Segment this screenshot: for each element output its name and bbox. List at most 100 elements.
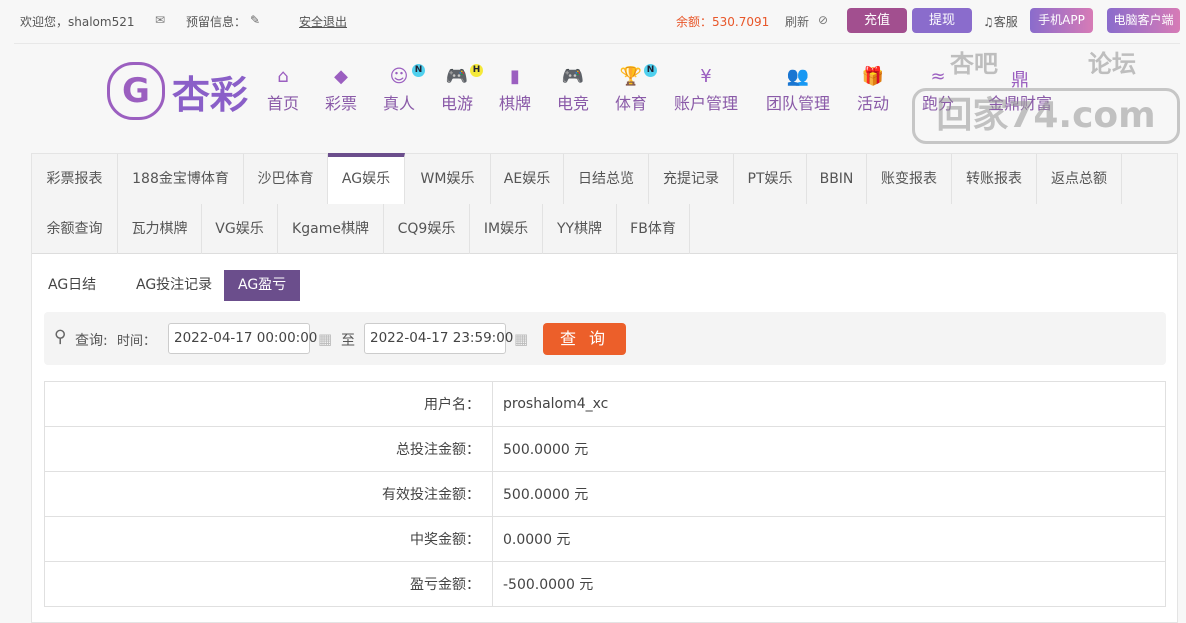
hide-balance-icon[interactable]: ⊘ <box>818 13 828 27</box>
nav-label: 体育 <box>614 94 648 113</box>
row-label: 盈亏金额： <box>44 561 493 607</box>
row-label: 中奖金额： <box>44 516 493 562</box>
nav-icon: ≈ <box>930 66 946 87</box>
badge-n: N <box>644 64 658 77</box>
nav-label: 首页 <box>266 94 300 113</box>
balance-text: 余额：530.7091 <box>676 15 770 29</box>
nav-label: 电游 <box>440 94 474 113</box>
calendar-icon[interactable]: ▦ <box>318 330 332 348</box>
nav-label: 棋牌 <box>498 94 532 113</box>
tab-report[interactable]: Kgame棋牌 <box>278 204 384 254</box>
nav-item[interactable]: ◆ 彩票 <box>325 66 357 114</box>
mail-icon[interactable]: ✉ <box>155 13 165 27</box>
nav-item[interactable]: 🏆 N 体育 <box>614 64 658 114</box>
calendar-icon[interactable]: ▦ <box>514 330 528 348</box>
search-icon: ⚲ <box>54 327 67 347</box>
top-bar: 欢迎您，shalom521 ✉ 预留信息： ✎ 安全退出 余额：530.7091… <box>0 0 1186 43</box>
nav-label: 彩票 <box>324 94 358 113</box>
headphones-icon: ♫ <box>983 15 994 29</box>
tab-report[interactable]: 瓦力棋牌 <box>118 204 202 254</box>
welcome-text: 欢迎您，shalom521 <box>20 15 135 29</box>
nav-icon: ⌂ <box>277 66 289 87</box>
tab-report[interactable]: FB体育 <box>617 204 690 254</box>
tab-report[interactable]: 日结总览 <box>564 154 649 204</box>
recharge-button[interactable]: 充值 <box>847 8 907 33</box>
logout-link[interactable]: 安全退出 <box>299 13 347 30</box>
reserved-message-label: 预留信息： <box>186 15 247 29</box>
nav-label: 电竞 <box>556 94 590 113</box>
subtab[interactable]: AG投注记录 <box>122 270 226 301</box>
tab-report[interactable]: VG娱乐 <box>202 204 278 254</box>
nav-label: 团队管理 <box>765 94 831 113</box>
tab-report[interactable]: WM娱乐 <box>405 154 491 204</box>
nav-item[interactable]: 🎁 活动 <box>857 66 889 114</box>
to-label: 至 <box>341 333 355 349</box>
nav-icon: ☺ N <box>383 64 426 90</box>
tab-report[interactable]: 充提记录 <box>649 154 734 204</box>
nav-item[interactable]: ≈ 跑分 <box>922 66 954 114</box>
nav-icon: 👥 <box>786 66 810 87</box>
nav-icon: 🎮 H <box>441 64 484 90</box>
logo-text[interactable]: 杏彩 <box>172 64 248 119</box>
nav-icon: ¥ <box>700 66 712 87</box>
tab-report[interactable]: 188金宝博体育 <box>118 154 244 204</box>
nav-item[interactable]: 👥 团队管理 <box>766 66 830 114</box>
row-label: 用户名： <box>44 381 493 427</box>
nav-item[interactable]: 🎮 电竞 <box>557 66 589 114</box>
nav-label: 账户管理 <box>673 94 739 113</box>
badge-n: N <box>412 64 426 77</box>
logo-emblem-icon[interactable]: G <box>107 62 165 120</box>
withdraw-button[interactable]: 提现 <box>912 8 972 33</box>
subtab[interactable]: AG日结 <box>34 270 110 301</box>
refresh-button[interactable]: 刷新 <box>785 13 809 30</box>
nav-label: 真人 <box>382 94 416 113</box>
report-tabs: 彩票报表 188金宝博体育 沙巴体育 AG娱乐 WM娱乐 AE娱乐 日结总览 充提记录 PT娱乐… <box>32 153 1177 254</box>
tab-report[interactable]: 返点总额 <box>1037 154 1122 204</box>
nav-item[interactable]: ¥ 账户管理 <box>674 66 738 114</box>
nav-label: 金鼎财富 <box>987 94 1053 113</box>
end-time-input[interactable]: 2022-04-17 23:59:00 <box>364 323 513 354</box>
row-value: 500.0000 元 <box>492 471 1166 517</box>
tab-report[interactable]: 彩票报表 <box>32 154 118 204</box>
row-value: 500.0000 元 <box>492 426 1166 472</box>
nav-icon: 鼎 <box>1010 70 1029 91</box>
nav-icon: ◆ <box>334 66 348 87</box>
tab-report[interactable]: 转账报表 <box>952 154 1037 204</box>
nav-item[interactable]: ▮ 棋牌 <box>499 66 531 114</box>
time-label: 时间： <box>117 334 157 349</box>
edit-icon[interactable]: ✎ <box>250 13 260 27</box>
mobile-app-button[interactable]: 手机APP <box>1030 8 1093 33</box>
table-row: 盈亏金额： -500.0000 元 <box>44 561 1166 607</box>
tab-report[interactable]: 余额查询 <box>32 204 118 254</box>
tab-report[interactable]: CQ9娱乐 <box>384 204 470 254</box>
tab-report[interactable]: 沙巴体育 <box>244 154 328 204</box>
tab-report[interactable]: BBIN <box>807 154 867 204</box>
nav-icon: ▮ <box>510 66 520 87</box>
nav-item[interactable]: 鼎金鼎财富 <box>988 66 1052 114</box>
tab-report[interactable]: YY棋牌 <box>543 204 617 254</box>
tab-report[interactable]: AG娱乐 <box>328 153 405 204</box>
report-panel: 彩票报表 188金宝博体育 沙巴体育 AG娱乐 WM娱乐 AE娱乐 日结总览 充提记录 PT娱乐… <box>31 153 1178 623</box>
pc-client-button[interactable]: 电脑客户端 <box>1107 8 1180 33</box>
tab-report[interactable]: PT娱乐 <box>734 154 807 204</box>
customer-service-label: 客服 <box>993 15 1018 29</box>
row-label: 有效投注金额： <box>44 471 493 517</box>
table-row: 中奖金额： 0.0000 元 <box>44 516 1166 562</box>
row-value: 0.0000 元 <box>492 516 1166 562</box>
nav-item[interactable]: 🎮 H 电游 <box>440 64 484 114</box>
start-time-input[interactable]: 2022-04-17 00:00:00 <box>168 323 317 354</box>
tab-report[interactable]: AE娱乐 <box>491 154 564 204</box>
search-bar: ⚲ 查询: 时间： 2022-04-17 00:00:00 ▦ 至 2022-0… <box>44 312 1166 365</box>
nav-label: 活动 <box>856 94 890 113</box>
nav-item[interactable]: ⌂ 首页 <box>267 66 299 114</box>
tab-report[interactable]: 账变报表 <box>867 154 952 204</box>
row-value: -500.0000 元 <box>492 561 1166 607</box>
table-row: 总投注金额： 500.0000 元 <box>44 426 1166 472</box>
table-row: 有效投注金额： 500.0000 元 <box>44 471 1166 517</box>
customer-service-link[interactable]: ♫客服 <box>983 13 1018 30</box>
nav-item[interactable]: ☺ N 真人 <box>382 64 426 114</box>
nav-icon: 🏆 N <box>615 64 658 90</box>
tab-report[interactable]: IM娱乐 <box>470 204 543 254</box>
query-button[interactable]: 查 询 <box>543 323 626 355</box>
subtab[interactable]: AG盈亏 <box>224 270 301 301</box>
